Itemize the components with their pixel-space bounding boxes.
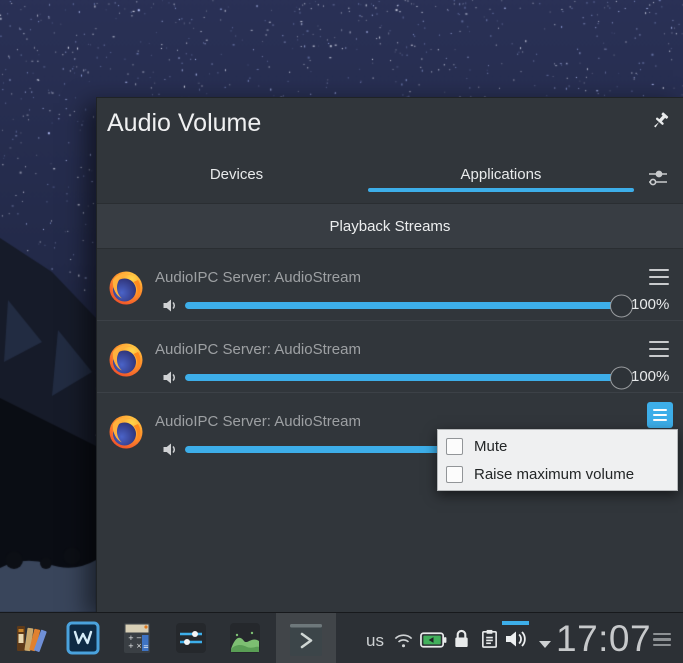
firefox-icon — [108, 414, 144, 450]
battery-icon[interactable] — [420, 632, 447, 653]
volume-tray-icon[interactable] — [504, 628, 528, 655]
stream-menu-icon[interactable] — [649, 269, 669, 285]
terminal-launcher[interactable] — [288, 622, 322, 658]
stream-title: AudioIPC Server: AudioStream — [155, 413, 361, 430]
firefox-icon — [108, 342, 144, 378]
svg-text:+ ×: + × — [128, 642, 142, 650]
taskbar: + − + × = us 17:07 — [0, 612, 683, 663]
stream-menu-icon-active[interactable] — [647, 402, 673, 428]
stream-context-menu: Mute Raise maximum volume — [437, 429, 678, 491]
speaker-icon — [162, 441, 179, 458]
wifi-icon[interactable] — [392, 629, 415, 657]
stream-title: AudioIPC Server: AudioStream — [155, 269, 361, 286]
firefox-icon — [108, 270, 144, 306]
tab-applications-label: Applications — [460, 165, 542, 183]
speaker-icon — [162, 369, 179, 386]
popup-title: Audio Volume — [107, 109, 262, 137]
mute-checkbox[interactable] — [446, 437, 463, 455]
menu-item-mute[interactable]: Mute — [438, 432, 677, 460]
volume-percent: 100% — [631, 296, 670, 313]
slider-handle[interactable] — [610, 366, 633, 389]
calibre-launcher[interactable] — [14, 621, 48, 657]
photos-launcher[interactable] — [228, 621, 262, 657]
clipboard-icon[interactable] — [480, 628, 499, 654]
volume-slider[interactable] — [185, 366, 633, 389]
chevron-down-icon[interactable] — [539, 636, 551, 654]
pin-icon[interactable] — [649, 110, 671, 132]
menu-item-label: Mute — [474, 437, 508, 455]
clock[interactable]: 17:07 — [556, 618, 651, 660]
desktop: Audio Volume Devices Applications Playba… — [0, 0, 683, 663]
active-tab-indicator — [368, 188, 634, 192]
volume-percent: 100% — [631, 368, 670, 385]
tab-devices[interactable]: Devices — [105, 157, 368, 191]
stream-menu-icon[interactable] — [649, 341, 669, 357]
tab-devices-label: Devices — [209, 165, 264, 183]
active-applet-indicator — [502, 621, 529, 625]
tab-bar: Devices Applications — [97, 157, 683, 195]
audio-mixer-launcher[interactable] — [174, 621, 208, 657]
svg-text:+ −: + − — [128, 634, 142, 642]
w-editor-launcher[interactable] — [66, 621, 100, 657]
tab-applications[interactable]: Applications — [368, 157, 634, 191]
slider-handle[interactable] — [610, 294, 633, 317]
lock-icon[interactable] — [452, 628, 471, 654]
menu-item-raise-maximum-volume[interactable]: Raise maximum volume — [438, 460, 677, 488]
audio-volume-popup: Audio Volume Devices Applications Playba… — [96, 97, 683, 612]
stream-row: AudioIPC Server: AudioStream 100% — [97, 321, 683, 393]
menu-item-label: Raise maximum volume — [474, 465, 635, 483]
svg-text:=: = — [143, 643, 149, 651]
panel-menu-icon[interactable] — [653, 633, 671, 646]
volume-slider[interactable] — [185, 294, 633, 317]
raise-max-volume-checkbox[interactable] — [446, 465, 463, 483]
stream-row: AudioIPC Server: AudioStream 100% — [97, 249, 683, 321]
playback-streams-header: Playback Streams — [97, 203, 683, 249]
speaker-icon — [162, 297, 179, 314]
calculator-launcher[interactable]: + − + × = — [120, 621, 154, 657]
configure-sliders-icon[interactable] — [646, 166, 670, 190]
stream-title: AudioIPC Server: AudioStream — [155, 341, 361, 358]
playback-streams-label: Playback Streams — [329, 217, 451, 235]
keyboard-layout-indicator[interactable]: us — [366, 631, 384, 651]
